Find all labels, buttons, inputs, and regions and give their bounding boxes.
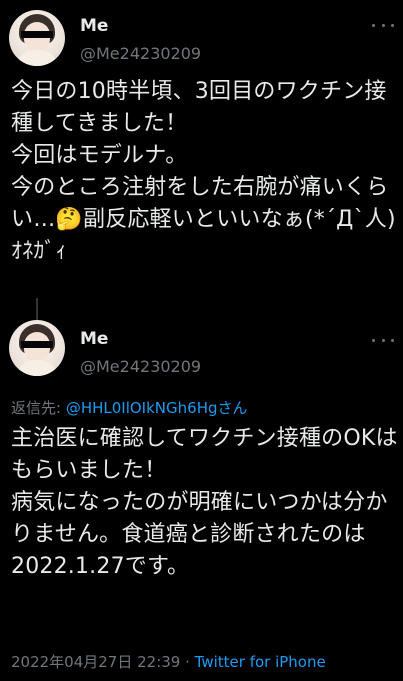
reply-to-line: 返信先: @HHL0IlOIkNGh6Hgさん [11, 397, 248, 418]
source-link[interactable]: Twitter for iPhone [195, 653, 326, 671]
tweet-text: 主治医に確認してワクチン接種のOKはもらいました！ 病気になったのが明確にいつか… [11, 426, 398, 579]
author-handle[interactable]: @Me24230209 [80, 357, 201, 376]
author-name[interactable]: Me [80, 16, 108, 36]
avatar[interactable] [9, 10, 65, 66]
separator: · [180, 653, 195, 671]
author-handle[interactable]: @Me24230209 [80, 44, 201, 63]
timestamp-link[interactable]: 2022年04月27日 22:39 [11, 653, 180, 671]
reply-mention-link[interactable]: @HHL0IlOIkNGh6Hgさん [66, 399, 248, 417]
thread-connector [36, 298, 38, 320]
tweet-text: 今日の10時半頃、3回目のワクチン接種してきました！ 今回はモデルナ。 今のとこ… [11, 79, 396, 264]
tweet-meta: 2022年04月27日 22:39 · Twitter for iPhone [11, 651, 326, 672]
avatar[interactable] [9, 320, 65, 376]
author-name[interactable]: Me [80, 329, 108, 349]
more-options-icon[interactable] [372, 331, 394, 349]
reply-prefix: 返信先: [11, 399, 66, 417]
more-options-icon[interactable] [372, 16, 394, 34]
